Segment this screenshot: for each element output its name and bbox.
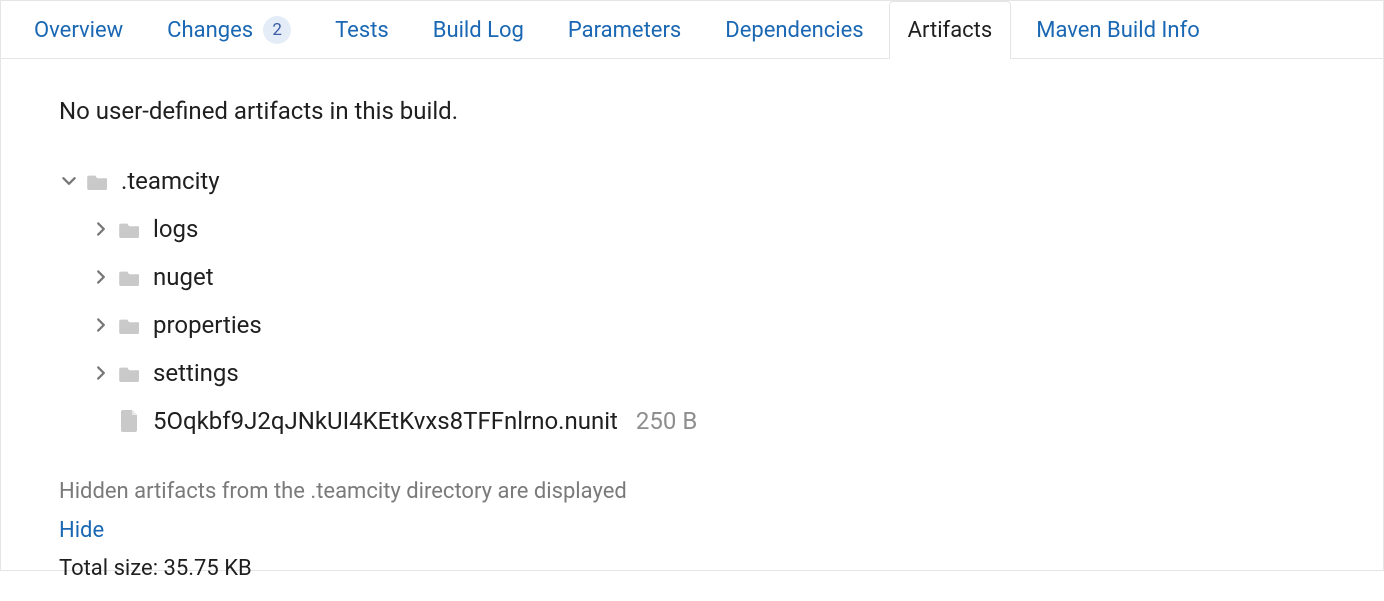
tab-label: Maven Build Info (1036, 18, 1200, 43)
chevron-right-icon (91, 270, 111, 284)
tree-folder-nuget[interactable]: nuget (59, 253, 1325, 301)
hide-link[interactable]: Hide (59, 512, 1325, 551)
chevron-right-icon (91, 366, 111, 380)
tree-folder-teamcity[interactable]: .teamcity (59, 157, 1325, 205)
artifacts-content: No user-defined artifacts in this build.… (1, 59, 1383, 601)
tree-node-label: .teamcity (121, 167, 220, 195)
tab-label: Dependencies (725, 18, 863, 43)
folder-icon (117, 316, 143, 334)
artifacts-tree: .teamcity logs nuget (59, 157, 1325, 445)
tab-tests[interactable]: Tests (316, 1, 408, 58)
chevron-right-icon (91, 318, 111, 332)
tab-label: Tests (335, 18, 389, 43)
folder-icon (85, 172, 111, 190)
build-tabs: Overview Changes 2 Tests Build Log Param… (1, 1, 1383, 59)
tree-file-nunit[interactable]: 5Oqkbf9J2qJNkUI4KEtKvxs8TFFnlrno.nunit 2… (59, 397, 1325, 445)
no-artifacts-message: No user-defined artifacts in this build. (59, 97, 1325, 125)
artifacts-footer: Hidden artifacts from the .teamcity dire… (59, 473, 1325, 589)
folder-icon (117, 220, 143, 238)
tab-build-log[interactable]: Build Log (414, 1, 543, 58)
tree-node-label: nuget (153, 263, 214, 291)
tree-node-label: properties (153, 311, 262, 339)
tab-changes[interactable]: Changes 2 (148, 1, 310, 58)
folder-icon (117, 364, 143, 382)
total-size: Total size: 35.75 KB (59, 550, 1325, 589)
tree-node-label: logs (153, 215, 198, 243)
chevron-down-icon (59, 174, 79, 188)
hidden-artifacts-note: Hidden artifacts from the .teamcity dire… (59, 473, 1325, 512)
tab-label: Changes (167, 18, 253, 43)
tree-node-label: settings (153, 359, 239, 387)
folder-icon (117, 268, 143, 286)
tab-label: Overview (34, 18, 123, 43)
tab-dependencies[interactable]: Dependencies (706, 1, 882, 58)
chevron-right-icon (91, 222, 111, 236)
artifacts-panel: Overview Changes 2 Tests Build Log Param… (0, 0, 1384, 571)
tab-overview[interactable]: Overview (15, 1, 142, 58)
tree-folder-logs[interactable]: logs (59, 205, 1325, 253)
tree-folder-settings[interactable]: settings (59, 349, 1325, 397)
file-icon (117, 410, 143, 432)
tab-label: Parameters (568, 18, 681, 43)
tab-label: Artifacts (908, 18, 993, 43)
tree-folder-properties[interactable]: properties (59, 301, 1325, 349)
file-size: 250 B (636, 407, 697, 435)
tab-maven-build-info[interactable]: Maven Build Info (1017, 1, 1219, 58)
tree-node-label: 5Oqkbf9J2qJNkUI4KEtKvxs8TFFnlrno.nunit (153, 407, 618, 435)
tab-label: Build Log (433, 18, 524, 43)
tab-artifacts[interactable]: Artifacts (889, 1, 1012, 58)
changes-count-badge: 2 (263, 16, 291, 44)
tab-parameters[interactable]: Parameters (549, 1, 700, 58)
